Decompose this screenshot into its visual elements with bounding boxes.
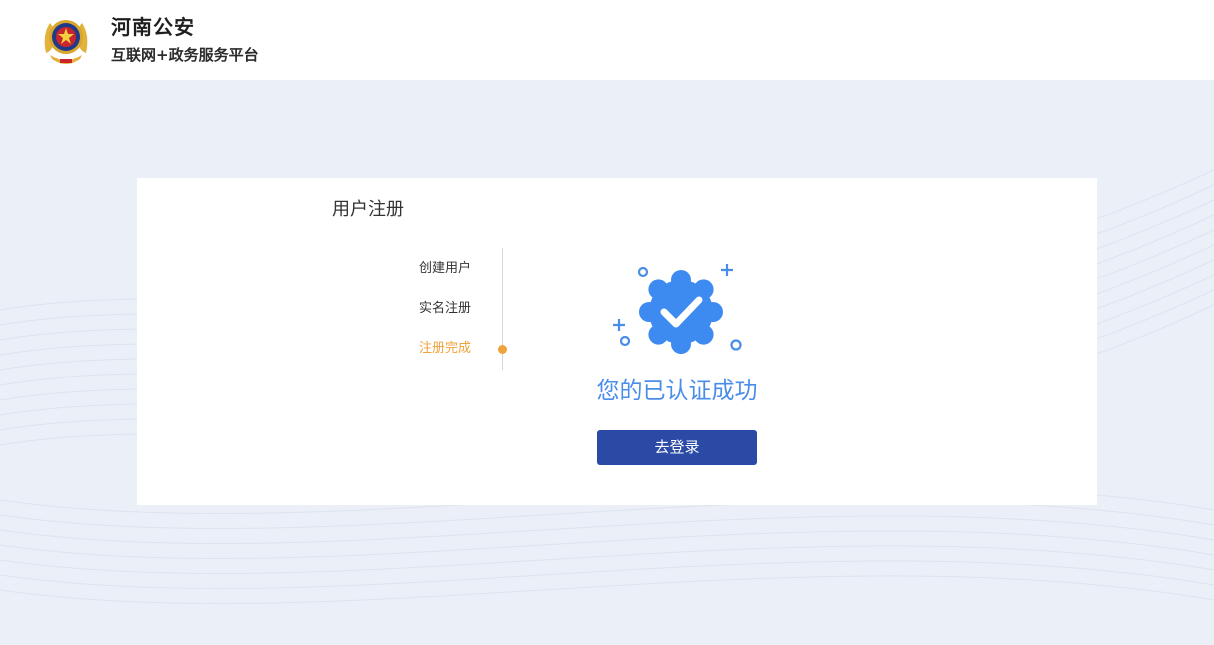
step-create-user: 创建用户 [418, 261, 471, 276]
verified-badge-icon [613, 264, 742, 354]
police-emblem-icon [44, 20, 88, 64]
brand-title: 河南公安 [111, 15, 195, 39]
step-complete: 注册完成 [418, 341, 471, 356]
step-list: 创建用户 实名注册 注册完成 [377, 248, 507, 370]
current-step-dot [498, 345, 507, 354]
step-real-name: 实名注册 [418, 301, 471, 316]
registration-card: 用户注册 创建用户 实名注册 注册完成 您的已认证成功 去登录 [137, 178, 1097, 505]
header: 河南公安 互联网+政务服务平台 [0, 0, 1214, 80]
success-message: 您的已认证成功 [596, 378, 758, 404]
brand-subtitle: 互联网+政务服务平台 [111, 46, 259, 64]
go-login-button[interactable]: 去登录 [597, 430, 757, 465]
page-title: 用户注册 [332, 199, 404, 220]
